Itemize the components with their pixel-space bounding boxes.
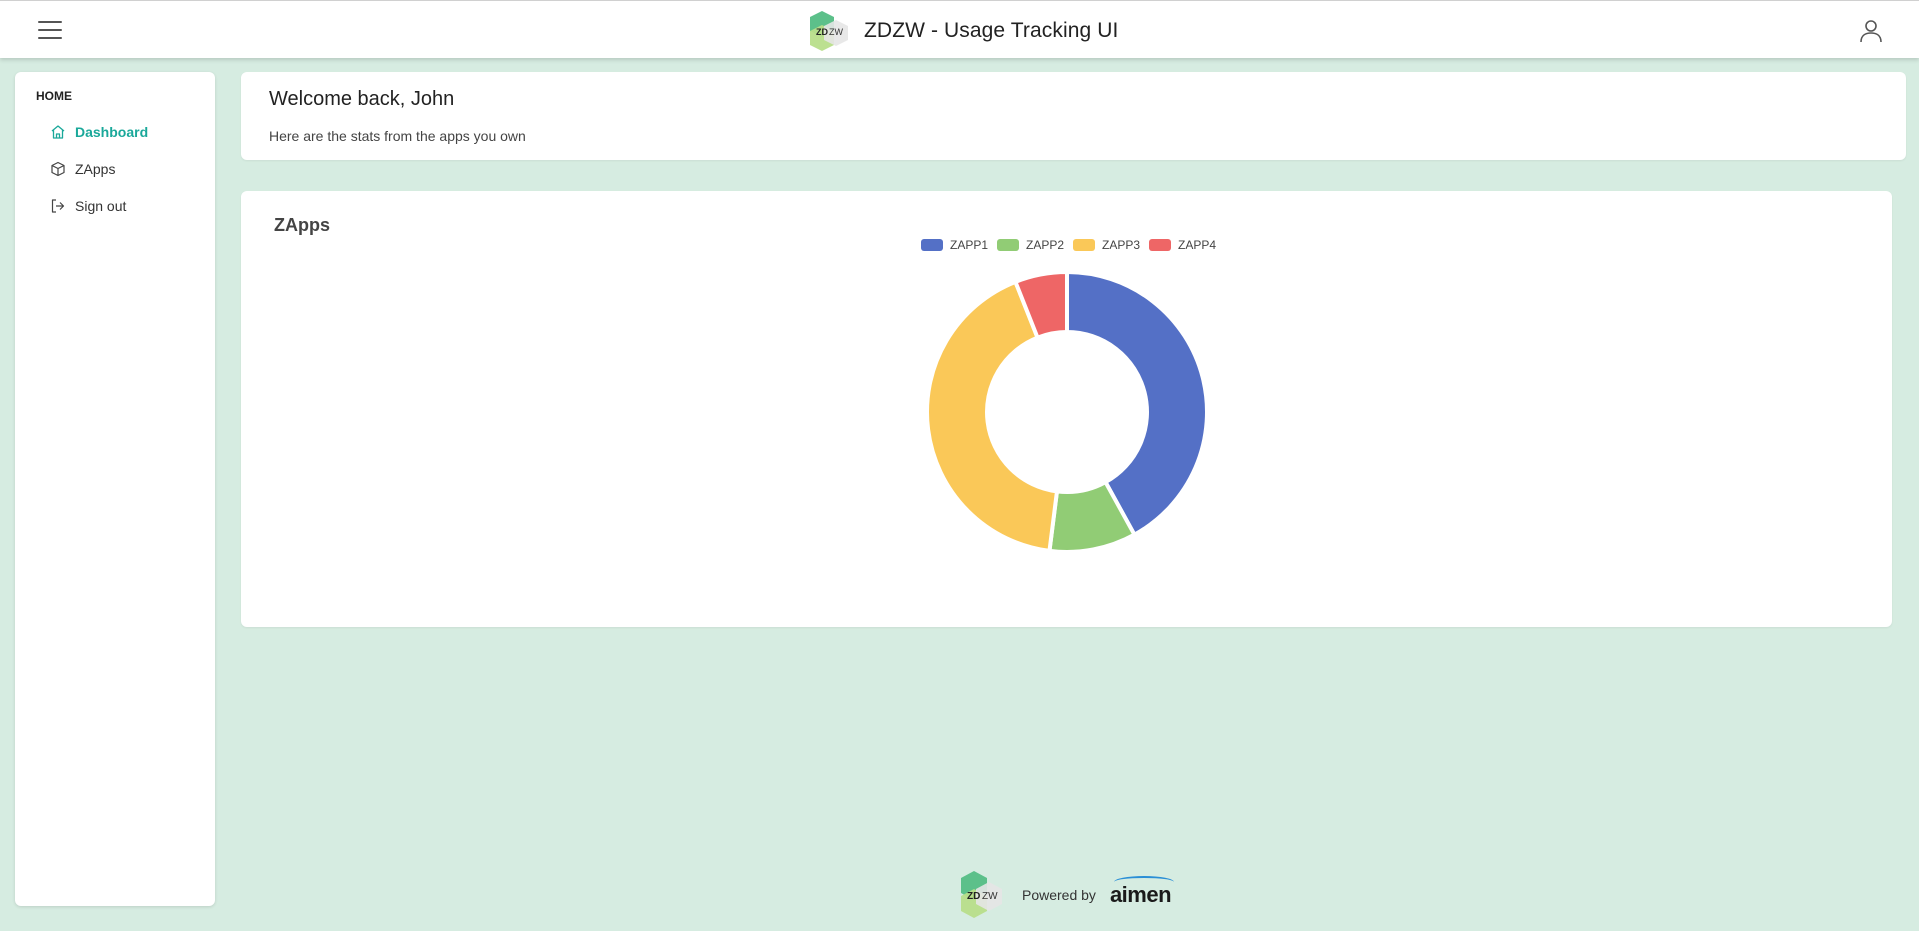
cube-icon xyxy=(51,161,65,177)
home-icon xyxy=(51,125,65,139)
sidebar-item-label: Sign out xyxy=(75,198,127,214)
top-app-bar: ZD ZW ZDZW - Usage Tracking UI xyxy=(0,0,1919,58)
legend-swatch xyxy=(997,239,1019,251)
sidebar-item-dashboard[interactable]: Dashboard xyxy=(50,120,200,144)
legend-swatch xyxy=(1073,239,1095,251)
zdzw-logo: ZD ZW xyxy=(810,11,848,51)
zapps-doughnut-chart: ZAPP1 ZAPP2 ZAPP3 ZAPP4 xyxy=(921,238,1216,554)
legend-item-zapp2[interactable]: ZAPP2 xyxy=(997,238,1064,252)
svg-text:ZD: ZD xyxy=(967,891,980,902)
sidebar-item-zapps[interactable]: ZApps xyxy=(50,157,200,181)
legend-item-zapp3[interactable]: ZAPP3 xyxy=(1073,238,1140,252)
sidebar-item-sign-out[interactable]: Sign out xyxy=(50,194,200,218)
svg-text:ZW: ZW xyxy=(982,891,998,902)
welcome-title: Welcome back, John xyxy=(269,88,455,110)
powered-by-label: Powered by xyxy=(1022,887,1096,903)
user-account-icon[interactable] xyxy=(1858,18,1884,44)
legend-swatch xyxy=(921,239,943,251)
zapps-chart-card: ZApps ZAPP1 ZAPP2 ZAPP3 ZAPP4 xyxy=(241,191,1892,627)
sidebar: HOME Dashboard ZApps Sign out xyxy=(15,72,215,906)
sidebar-item-label: ZApps xyxy=(75,161,116,177)
legend-swatch xyxy=(1149,239,1171,251)
legend-item-zapp4[interactable]: ZAPP4 xyxy=(1149,238,1216,252)
legend-label: ZAPP2 xyxy=(1026,238,1064,252)
hamburger-menu-icon[interactable] xyxy=(38,21,62,41)
legend-label: ZAPP4 xyxy=(1178,238,1216,252)
svg-text:ZW: ZW xyxy=(829,27,843,37)
svg-text:ZD: ZD xyxy=(816,27,828,37)
sidebar-section-home: HOME xyxy=(36,89,72,103)
sidebar-item-label: Dashboard xyxy=(75,124,149,140)
aimen-logo: aimen xyxy=(1110,876,1174,908)
welcome-subtitle: Here are the stats from the apps you own xyxy=(269,128,526,144)
footer: ZD ZW Powered by aimen xyxy=(958,870,1174,920)
legend-label: ZAPP3 xyxy=(1102,238,1140,252)
brand: ZD ZW ZDZW - Usage Tracking UI xyxy=(808,9,1118,53)
legend-item-zapp1[interactable]: ZAPP1 xyxy=(921,238,988,252)
zdzw-footer-logo: ZD ZW xyxy=(961,871,1002,918)
app-title: ZDZW - Usage Tracking UI xyxy=(864,19,1119,42)
sign-out-icon xyxy=(51,199,65,213)
legend-label: ZAPP1 xyxy=(950,238,988,252)
welcome-card: Welcome back, John Here are the stats fr… xyxy=(241,72,1906,160)
